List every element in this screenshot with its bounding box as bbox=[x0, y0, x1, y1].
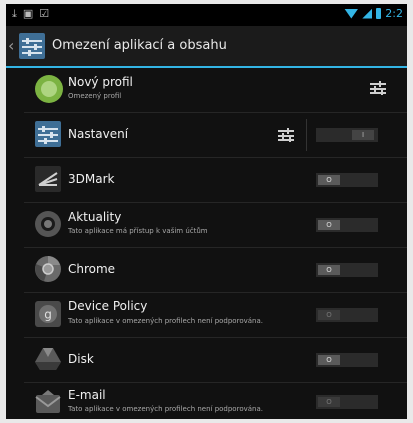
up-caret-icon[interactable]: ‹ bbox=[8, 36, 14, 55]
profile-row[interactable]: Nový profil Omezený profil bbox=[24, 68, 407, 113]
app-row-email[interactable]: E-mail Tato aplikace v omezených profile… bbox=[24, 383, 407, 419]
checkbox-icon: ☑ bbox=[39, 7, 50, 20]
app-row-aktuality[interactable]: Aktuality Tato aplikace má přístup k vaš… bbox=[24, 203, 407, 248]
app-name: Nastavení bbox=[68, 127, 129, 141]
toggle-knob: O bbox=[318, 220, 340, 230]
profile-name[interactable]: Nový profil bbox=[68, 75, 133, 89]
app-name: Aktuality bbox=[68, 210, 122, 224]
toggle-knob: O bbox=[318, 355, 340, 365]
app-toggle[interactable]: O bbox=[316, 218, 378, 232]
app-subtitle: Tato aplikace v omezených profilech není… bbox=[68, 317, 263, 325]
download-icon: ⤓ bbox=[12, 7, 17, 20]
action-bar: ‹ Omezení aplikací a obsahu bbox=[6, 26, 407, 68]
settings-app-icon bbox=[34, 120, 62, 152]
3dmark-app-icon bbox=[34, 165, 62, 197]
device-policy-app-icon: g bbox=[34, 300, 62, 332]
app-row-chrome[interactable]: Chrome O bbox=[24, 248, 407, 293]
toggle-knob: O bbox=[318, 397, 340, 407]
news-app-icon bbox=[34, 210, 62, 242]
status-bar: ⤓ ▣ ☑ 2:2 bbox=[6, 4, 407, 26]
email-app-icon bbox=[34, 389, 62, 419]
app-settings-icon[interactable] bbox=[278, 127, 294, 146]
app-name: 3DMark bbox=[68, 172, 115, 186]
app-toggle[interactable]: O bbox=[316, 395, 378, 409]
profile-subtitle: Omezený profil bbox=[68, 92, 122, 100]
app-toggle[interactable]: O bbox=[316, 308, 378, 322]
profile-settings-icon[interactable] bbox=[370, 80, 386, 99]
app-toggle[interactable]: O bbox=[316, 353, 378, 367]
app-name: Chrome bbox=[68, 262, 116, 276]
wifi-icon bbox=[344, 8, 359, 19]
toggle-knob: O bbox=[318, 265, 340, 275]
image-icon: ▣ bbox=[22, 7, 34, 20]
app-name: E-mail bbox=[68, 388, 106, 402]
status-system: 2:2 bbox=[344, 7, 403, 20]
settings-app-icon[interactable] bbox=[18, 32, 46, 64]
chrome-app-icon bbox=[34, 255, 62, 287]
page-title: Omezení aplikací a obsahu bbox=[52, 38, 227, 53]
app-row-3dmark[interactable]: 3DMark O bbox=[24, 158, 407, 203]
app-name: Disk bbox=[68, 352, 94, 366]
app-row-device-policy[interactable]: g Device Policy Tato aplikace v omezenýc… bbox=[24, 293, 407, 338]
battery-icon bbox=[376, 8, 382, 19]
svg-text:g: g bbox=[44, 308, 52, 322]
app-name: Device Policy bbox=[68, 299, 148, 313]
status-time: 2:2 bbox=[385, 7, 403, 20]
signal-icon bbox=[362, 8, 373, 19]
toggle-knob: O bbox=[318, 310, 340, 320]
profile-avatar-icon bbox=[34, 74, 64, 108]
app-toggle[interactable]: O bbox=[316, 263, 378, 277]
toggle-knob: O bbox=[318, 175, 340, 185]
drive-app-icon bbox=[34, 346, 62, 376]
divider bbox=[306, 119, 307, 151]
app-subtitle: Tato aplikace má přístup k vašim účtům bbox=[68, 227, 208, 235]
app-row-disk[interactable]: Disk O bbox=[24, 338, 407, 383]
status-notifications: ⤓ ▣ ☑ bbox=[12, 7, 49, 21]
app-toggle[interactable]: I bbox=[316, 128, 378, 142]
toggle-knob: I bbox=[352, 130, 374, 140]
app-subtitle: Tato aplikace v omezených profilech není… bbox=[68, 405, 263, 413]
app-toggle[interactable]: O bbox=[316, 173, 378, 187]
app-row-nastaveni[interactable]: Nastavení I bbox=[24, 113, 407, 158]
screen-frame: ⤓ ▣ ☑ 2:2 ‹ Omezení aplikací a obsahu No… bbox=[6, 4, 407, 419]
